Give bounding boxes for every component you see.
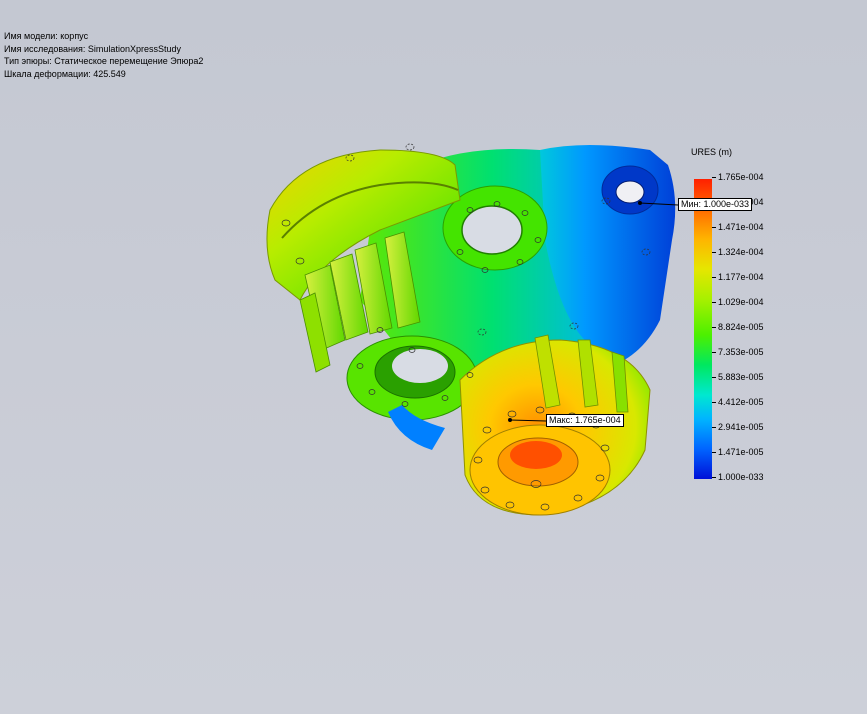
legend-tick-label: 4.412e-005 [718,397,764,407]
legend-tick-label: 1.324e-004 [718,247,764,257]
legend-tick-mark [712,427,716,428]
legend-title: URES (m) [691,147,732,157]
legend-tick-label: 5.883e-005 [718,372,764,382]
legend-tick-mark [712,452,716,453]
legend-tick-label: 1.765e-004 [718,172,764,182]
legend-tick-label: 1.000e-033 [718,472,764,482]
legend-tick-mark [712,327,716,328]
legend-tick-label: 7.353e-005 [718,347,764,357]
legend-tick-mark [712,377,716,378]
legend-tick-mark [712,402,716,403]
legend-tick-label: 2.941e-005 [718,422,764,432]
legend-tick-label: 8.824e-005 [718,322,764,332]
min-probe-label[interactable]: Мин: 1.000e-033 [678,198,753,211]
legend-tick-mark [712,177,716,178]
legend-tick-label: 1.029e-004 [718,297,764,307]
model-viewport[interactable] [0,0,867,714]
legend-tick-mark [712,277,716,278]
legend-tick-label: 1.471e-004 [718,222,764,232]
legend-tick-mark [712,252,716,253]
legend-tick-label: 1.471e-005 [718,447,764,457]
legend-tick-label: 1.177e-004 [718,272,764,282]
legend-tick-mark [712,227,716,228]
legend-tick-mark [712,352,716,353]
legend-tick-mark [712,302,716,303]
legend-tick-mark [712,477,716,478]
legend-colorbar [694,179,712,479]
max-probe-label[interactable]: Макс: 1.765e-004 [546,414,624,427]
